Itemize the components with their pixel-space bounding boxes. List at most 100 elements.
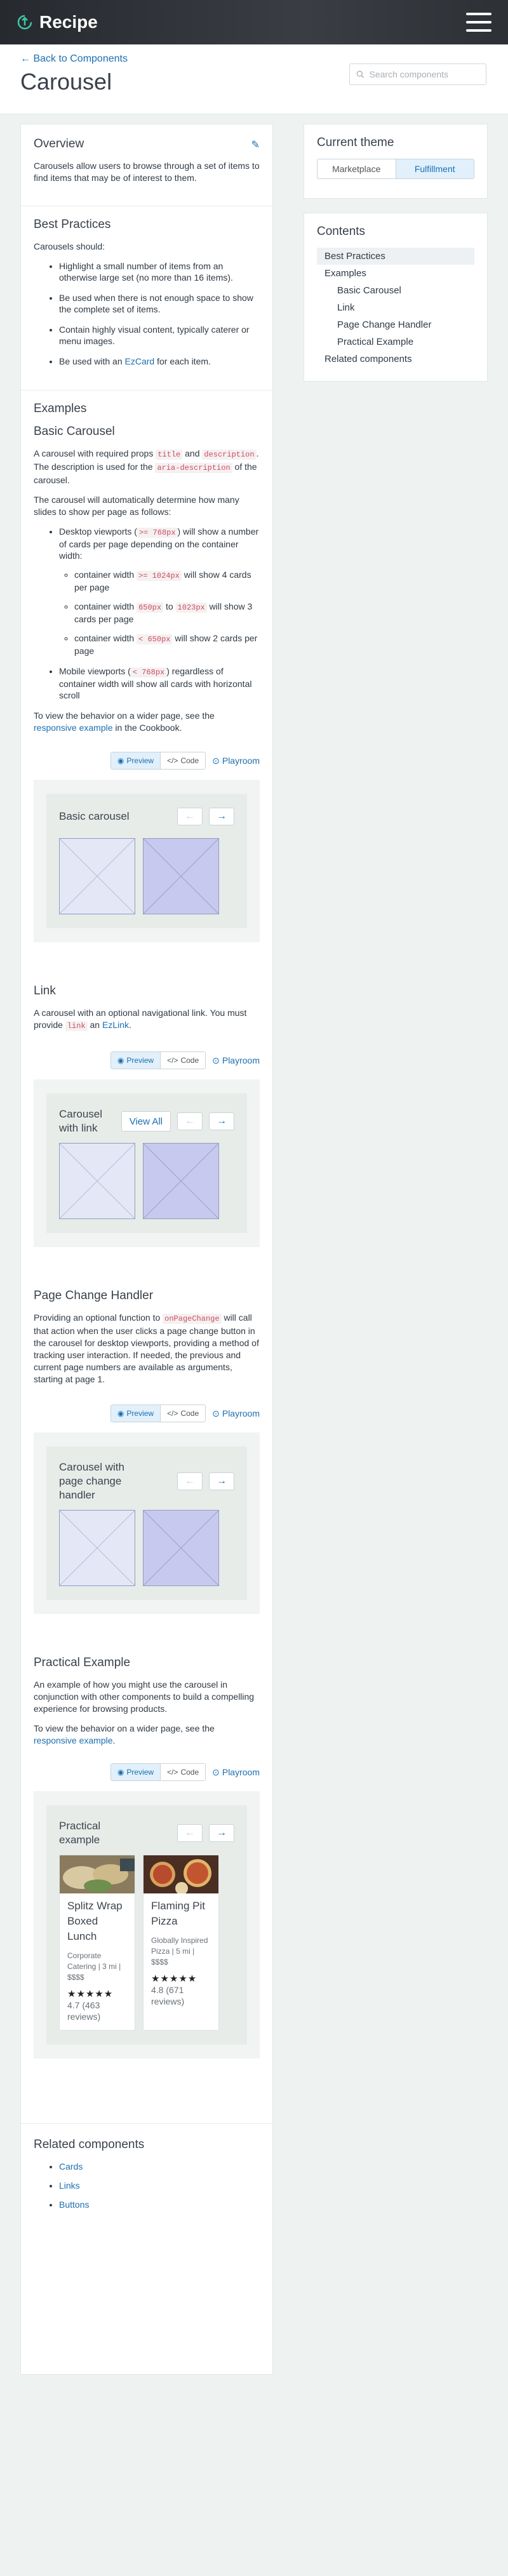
previous-arrow-icon[interactable]: ← [177,808,203,825]
toc-practical-example[interactable]: Practical Example [317,333,474,350]
theme-option-fulfillment[interactable]: Fulfillment [395,159,474,178]
list-item: Mobile viewports (< 768px) regardless of… [59,665,260,701]
carousel-title: Practical example [59,1820,101,1846]
related-links-link[interactable]: Links [59,2180,80,2191]
eye-icon: ◉ [117,1409,124,1418]
food-card[interactable]: Splitz Wrap Boxed Lunch Corporate Cateri… [59,1855,135,2031]
playroom-link[interactable]: ⊙ Playroom [212,756,260,766]
previous-arrow-icon[interactable]: ← [177,1112,203,1130]
theme-panel: Current theme Marketplace Fulfillment [304,124,488,199]
food-card-rating: 4.8 (671 reviews) [151,1985,185,2006]
placeholder-card[interactable] [143,838,219,914]
text: and [182,448,203,458]
preview-tab[interactable]: ◉ Preview [110,1405,161,1422]
basic-description: A carousel with required props title and… [34,448,260,486]
preview-tab[interactable]: ◉ Preview [110,752,161,769]
carousel-header: Carousel with link View All ← → [59,1107,234,1135]
food-card-body: Splitz Wrap Boxed Lunch Corporate Cateri… [60,1893,135,2030]
placeholder-card[interactable] [59,838,135,914]
contents-heading: Contents [317,225,366,238]
responsive-example-link[interactable]: responsive example [34,723,113,733]
previous-arrow-icon[interactable]: ← [177,1472,203,1490]
playroom-link[interactable]: ⊙ Playroom [212,1408,260,1419]
list-item: Contain highly visual content, typically… [59,324,260,347]
app-logo[interactable]: Recipe [17,12,98,32]
examples-section: Examples Basic Carousel A carousel with … [21,390,272,2124]
code-tab[interactable]: </> Code [161,1052,206,1069]
preview-tab[interactable]: ◉ Preview [110,1052,161,1069]
example-toolbar: ◉ Preview </> Code ⊙ Playroom [34,1763,260,1781]
menu-hamburger-icon[interactable] [466,13,491,32]
code-label: Code [180,1768,199,1777]
code-icon: </> [167,1056,178,1065]
playroom-icon: ⊙ [212,1766,220,1777]
overview-text: Carousels allow users to browse through … [34,161,260,183]
page-change-heading: Page Change Handler [34,1289,154,1302]
responsive-example-link[interactable]: responsive example [34,1735,113,1745]
placeholder-card[interactable] [59,1143,135,1219]
edit-pencil-icon[interactable]: ✎ [251,138,260,151]
best-practices-list: Highlight a small number of items from a… [34,260,260,367]
star-rating-icon: ★★★★★ [67,1989,114,1999]
next-arrow-icon[interactable]: → [209,1472,234,1490]
practical-responsive-note: To view the behavior on a wider page, se… [34,1723,260,1747]
best-practices-intro: Carousels should: [34,241,105,251]
preview-label: Preview [126,1768,154,1777]
carousel-title: Basic carousel [59,810,130,822]
food-card-title: Flaming Pit Pizza [151,1900,206,1927]
code-description: description [202,450,257,460]
ezlink-link[interactable]: EzLink [102,1020,129,1030]
search-input[interactable] [369,69,479,79]
toc-best-practices[interactable]: Best Practices [317,248,474,265]
food-card-title: Splitz Wrap Boxed Lunch [67,1900,123,1942]
carousel-header: Practical example ← → [59,1819,234,1847]
playroom-link[interactable]: ⊙ Playroom [212,1767,260,1778]
contents-panel: Contents Best Practices Examples Basic C… [304,213,488,382]
code-title: title [156,450,183,460]
preview-code-toggle: ◉ Preview </> Code [110,1405,206,1422]
placeholder-card[interactable] [59,1510,135,1586]
code-tab[interactable]: </> Code [161,1764,206,1780]
toc-basic-carousel[interactable]: Basic Carousel [317,282,474,299]
food-card-meta: Corporate Catering | 3 mi | $$$$ [67,1951,121,1982]
preview-tab[interactable]: ◉ Preview [110,1764,161,1780]
text: in the Cookbook. [112,723,182,733]
code-tab[interactable]: </> Code [161,752,206,769]
related-cards-link[interactable]: Cards [59,2161,83,2172]
toc-examples[interactable]: Examples [317,265,474,282]
preview-code-toggle: ◉ Preview </> Code [110,752,206,770]
top-bar: Recipe [0,0,508,44]
view-all-button[interactable]: View All [121,1111,171,1131]
code-tab[interactable]: </> Code [161,1405,206,1422]
next-arrow-icon[interactable]: → [209,808,234,825]
playroom-icon: ⊙ [212,755,220,766]
code-icon: </> [167,1768,178,1777]
list-item: container width < 650px will show 2 card… [74,632,260,657]
ezcard-link[interactable]: EzCard [125,356,155,366]
placeholder-card[interactable] [143,1143,219,1219]
link-description: A carousel with an optional navigational… [34,1007,260,1032]
eye-icon: ◉ [117,1768,124,1777]
next-arrow-icon[interactable]: → [209,1824,234,1842]
toc-link[interactable]: Link [317,299,474,316]
back-to-components-link[interactable]: ← Back to Components [20,53,128,65]
example-toolbar: ◉ Preview </> Code ⊙ Playroom [34,752,260,770]
theme-option-marketplace[interactable]: Marketplace [318,159,396,178]
carousel-cards [59,838,234,914]
code-label: Code [180,1056,199,1065]
placeholder-card[interactable] [143,1510,219,1586]
playroom-link[interactable]: ⊙ Playroom [212,1055,260,1066]
related-components-section: Related components Cards Links Buttons [21,2124,272,2232]
page-change-description: Providing an optional function to onPage… [34,1312,260,1385]
text: an [87,1020,102,1030]
code: < 768px [130,667,167,677]
overview-section: Overview ✎ Carousels allow users to brow… [21,124,272,206]
related-buttons-link[interactable]: Buttons [59,2199,89,2210]
toc-related-components[interactable]: Related components [317,350,474,368]
code: < 650px [137,634,173,644]
list-item: Cards [59,2161,260,2172]
toc-page-change-handler[interactable]: Page Change Handler [317,316,474,333]
previous-arrow-icon[interactable]: ← [177,1824,203,1842]
food-card[interactable]: Flaming Pit Pizza Globally Inspired Pizz… [143,1855,219,2031]
next-arrow-icon[interactable]: → [209,1112,234,1130]
